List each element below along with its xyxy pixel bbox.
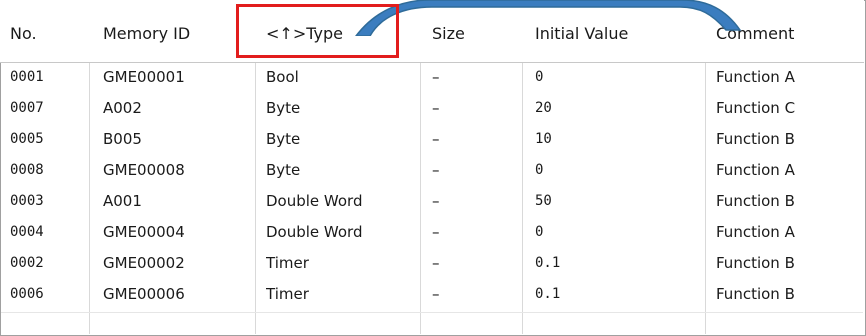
cell-memory-id: A002 <box>103 99 142 117</box>
cell-memory-id: GME00001 <box>103 68 185 86</box>
cell-comment: Function B <box>716 285 795 303</box>
empty-row-area <box>1 312 863 335</box>
cell-no: 0008 <box>10 162 44 178</box>
cell-type: Double Word <box>266 192 363 210</box>
cell-no: 0007 <box>10 100 44 116</box>
cell-initial-value: 0 <box>535 162 544 178</box>
cell-memory-id: B005 <box>103 130 142 148</box>
header-initial-value-label: Initial Value <box>535 24 629 43</box>
cell-type: Timer <box>266 254 309 272</box>
cell-initial-value: 0 <box>535 69 544 85</box>
cell-no: 0002 <box>10 255 44 271</box>
cell-initial-value: 0 <box>535 224 544 240</box>
cell-comment: Function A <box>716 161 795 179</box>
table-row[interactable]: 0003 A001 Double Word – 50 Function B <box>1 188 863 214</box>
header-comment[interactable]: Comment <box>716 22 856 46</box>
table-row[interactable]: 0004 GME00004 Double Word – 0 Function A <box>1 219 863 245</box>
header-size-label: Size <box>432 24 465 43</box>
header-memory-id[interactable]: Memory ID <box>103 22 251 46</box>
header-memory-id-label: Memory ID <box>103 24 191 43</box>
cell-memory-id: A001 <box>103 192 142 210</box>
cell-memory-id: GME00006 <box>103 285 185 303</box>
cell-initial-value: 0.1 <box>535 286 561 302</box>
table-header: No. Memory ID <↑>Type Size Initial Value… <box>0 0 864 63</box>
cell-size: – <box>432 254 440 272</box>
cell-size: – <box>432 130 440 148</box>
cell-memory-id: GME00008 <box>103 161 185 179</box>
table-row[interactable]: 0002 GME00002 Timer – 0.1 Function B <box>1 250 863 276</box>
header-no[interactable]: No. <box>10 22 84 46</box>
cell-type: Bool <box>266 68 299 86</box>
cell-no: 0001 <box>10 69 44 85</box>
cell-no: 0006 <box>10 286 44 302</box>
cell-comment: Function B <box>716 192 795 210</box>
cell-no: 0005 <box>10 131 44 147</box>
cell-type: Timer <box>266 285 309 303</box>
cell-no: 0003 <box>10 193 44 209</box>
cell-memory-id: GME00004 <box>103 223 185 241</box>
cell-type: Double Word <box>266 223 363 241</box>
table-row[interactable]: 0006 GME00006 Timer – 0.1 Function B <box>1 281 863 307</box>
cell-size: – <box>432 68 440 86</box>
cell-size: – <box>432 223 440 241</box>
cell-memory-id: GME00002 <box>103 254 185 272</box>
cell-type: Byte <box>266 130 301 148</box>
cell-comment: Function A <box>716 223 795 241</box>
table-row[interactable]: 0008 GME00008 Byte – 0 Function A <box>1 157 863 183</box>
header-type-label: <↑>Type <box>266 24 343 43</box>
header-size[interactable]: Size <box>432 22 518 46</box>
header-no-label: No. <box>10 24 37 43</box>
cell-comment: Function A <box>716 68 795 86</box>
cell-comment: Function C <box>716 99 796 117</box>
cell-no: 0004 <box>10 224 44 240</box>
cell-type: Byte <box>266 99 301 117</box>
cell-size: – <box>432 285 440 303</box>
cell-initial-value: 20 <box>535 100 552 116</box>
cell-size: – <box>432 99 440 117</box>
cell-initial-value: 0.1 <box>535 255 561 271</box>
header-type-sorted[interactable]: <↑>Type <box>266 22 416 46</box>
cell-comment: Function B <box>716 130 795 148</box>
cell-comment: Function B <box>716 254 795 272</box>
cell-size: – <box>432 161 440 179</box>
table-row[interactable]: 0001 GME00001 Bool – 0 Function A <box>1 64 863 90</box>
cell-initial-value: 50 <box>535 193 552 209</box>
table-row[interactable]: 0007 A002 Byte – 20 Function C <box>1 95 863 121</box>
cell-type: Byte <box>266 161 301 179</box>
header-comment-label: Comment <box>716 24 795 43</box>
table-row[interactable]: 0005 B005 Byte – 10 Function B <box>1 126 863 152</box>
cell-initial-value: 10 <box>535 131 552 147</box>
cell-size: – <box>432 192 440 210</box>
header-initial-value[interactable]: Initial Value <box>535 22 701 46</box>
